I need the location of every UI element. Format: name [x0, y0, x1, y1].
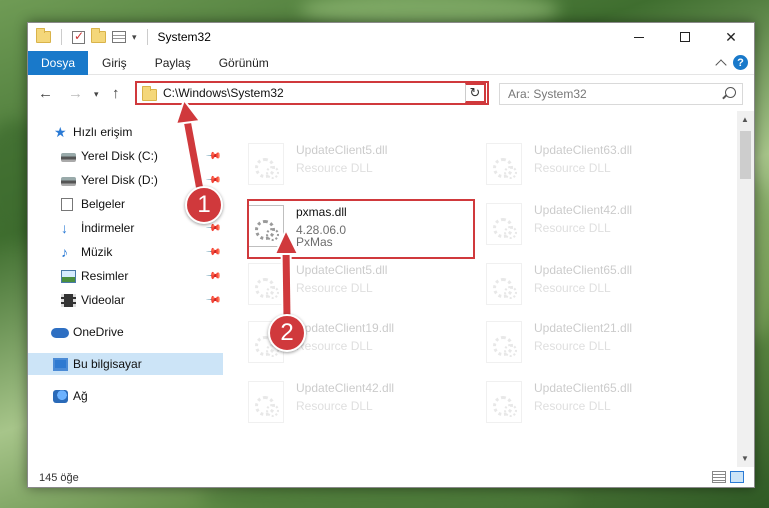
step-2-badge: 2 [268, 314, 306, 352]
arrow-2 [282, 247, 291, 319]
annotation-arrows [174, 97, 300, 319]
arrow-2-head [273, 227, 300, 255]
arrow-1-head [174, 97, 202, 126]
step-1-badge: 1 [185, 186, 223, 224]
